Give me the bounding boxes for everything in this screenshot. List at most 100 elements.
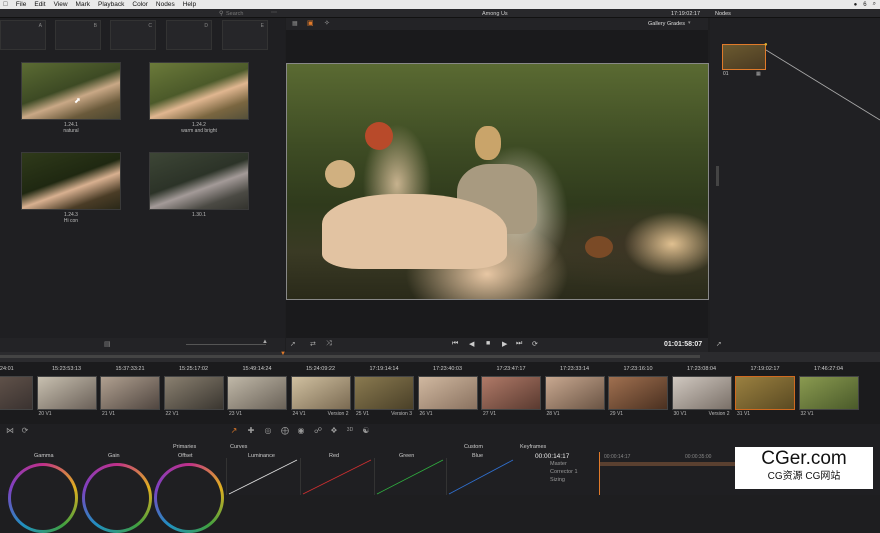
basket [585, 236, 613, 258]
kf-track-sizing: Sizing [550, 477, 565, 483]
options-dots-icon[interactable]: ⋯ [271, 9, 277, 16]
timeline-clip[interactable]: 17:23:40:03 26 V1 [417, 366, 478, 417]
curves-tool-icon[interactable]: ↗ [229, 426, 239, 435]
gallery-still[interactable]: 1.30.1 [149, 152, 249, 218]
blur-icon[interactable]: ◉ [296, 426, 306, 435]
keyframes-label[interactable]: Keyframes [520, 444, 546, 450]
magic-wand-icon[interactable]: ✧ [324, 19, 330, 27]
3d-icon[interactable]: 3D [345, 426, 355, 435]
apple-menu-icon[interactable]:  [3, 1, 8, 8]
gallery-still[interactable]: 1.24.3 Hi con [21, 152, 121, 224]
curve-pane-green[interactable] [374, 458, 444, 495]
pointer-tool-icon[interactable]: ➚ [290, 340, 296, 348]
shuffle-icon[interactable]: ⇄ [310, 340, 316, 348]
search-icon[interactable]: ⌕ [873, 1, 876, 8]
curves-label[interactable]: Curves [230, 444, 247, 450]
clip-timecode: 17:23:33:14 [559, 366, 590, 372]
timeline-clip[interactable]: 17:23:33:14 28 V1 [544, 366, 605, 417]
timeline-clip[interactable]: 15:49:14:24 23 V1 [227, 366, 287, 417]
timeline-clip[interactable]: 17:23:47:17 27 V1 [481, 366, 541, 417]
timeline-clip[interactable]: 15:37:33:21 21 V1 [100, 366, 160, 417]
split-view-icon[interactable]: ▣ [307, 19, 314, 27]
timeline-clip[interactable]: 15:24:0119 V1 [0, 366, 33, 410]
timeline-scroll-track[interactable] [0, 355, 700, 358]
zoom-slider-handle[interactable]: ▲ [262, 339, 268, 345]
timeline-clip[interactable]: 17:23:08:04 30 V1 Version 2 [671, 366, 732, 417]
key-icon[interactable]: ☍ [313, 426, 323, 435]
gamma-wheel[interactable] [8, 463, 78, 533]
layout-icon[interactable]: ▦ [292, 20, 298, 27]
menu-bar:  File Edit View Mark Playback Color Nod… [0, 0, 880, 9]
refresh-icon[interactable]: ⟳ [20, 426, 30, 435]
offset-wheel[interactable] [154, 463, 224, 533]
window-icon[interactable]: ◎ [263, 426, 273, 435]
gallery-still[interactable]: 1.24.2 warm and bright [149, 62, 249, 134]
menu-view[interactable]: View [54, 1, 68, 8]
timeline-clip[interactable]: 17:19:02:17 31 V1 [735, 366, 795, 417]
menu-edit[interactable]: Edit [34, 1, 45, 8]
album-slot[interactable]: D [166, 20, 212, 50]
status-wifi-icon[interactable]: ● [854, 2, 858, 8]
album-slot[interactable]: E [222, 20, 268, 50]
menu-color[interactable]: Color [132, 1, 148, 8]
nodes-label: Nodes [715, 11, 731, 17]
curve-pane-luminance[interactable] [226, 458, 298, 495]
clip-number: 32 V1 [800, 411, 814, 417]
gallery-grades-label[interactable]: Gallery Grades [648, 21, 685, 27]
skip-back-icon[interactable]: ⏮ [452, 340, 458, 348]
link-icon[interactable]: ⋈ [5, 426, 15, 435]
header-timecode: 17:19:02:17 [671, 11, 701, 17]
qualifier-icon[interactable]: ✚ [246, 426, 256, 435]
primaries-label[interactable]: Primaries [173, 444, 196, 450]
tracker-icon[interactable]: ⨁ [280, 426, 290, 435]
gallery-still[interactable]: 1.24.1 natural [21, 62, 121, 134]
timeline-clip[interactable]: 15:23:53:13 20 V1 [36, 366, 97, 417]
menu-nodes[interactable]: Nodes [156, 1, 175, 8]
node-panel-scrollbar[interactable] [716, 166, 719, 186]
menu-file[interactable]: File [16, 1, 26, 8]
curve-pane-red[interactable] [300, 458, 372, 495]
clip-number: 20 V1 [38, 411, 52, 417]
gallery-search-input[interactable]: Search [226, 11, 243, 17]
custom-label[interactable]: Custom [464, 444, 483, 450]
clip-timecode: 15:23:53:13 [51, 366, 82, 372]
skip-forward-icon[interactable]: ⏭ [516, 340, 522, 348]
loop-icon[interactable]: ⟳ [532, 340, 538, 348]
timeline-clip[interactable]: 17:23:16:10 29 V1 [608, 366, 668, 417]
playhead-marker-icon[interactable]: ▼ [280, 351, 286, 357]
menu-help[interactable]: Help [183, 1, 196, 8]
menu-mark[interactable]: Mark [76, 1, 90, 8]
stop-icon[interactable]: ■ [486, 340, 490, 347]
sizing-icon[interactable]: ❖ [329, 426, 339, 435]
timeline-clip[interactable]: 15:24:09:22 24 V1 Version 2 [290, 366, 351, 417]
album-slot[interactable]: B [55, 20, 101, 50]
node-zoom-icon[interactable]: ➚ [716, 340, 722, 348]
album-slot[interactable]: A [0, 20, 46, 50]
clip-thumbnail [481, 376, 541, 410]
clip-thumbnail [227, 376, 287, 410]
gallery-panel: A B C D E 1.24.1 natural 1.24.2 warm and… [0, 18, 285, 338]
curve-pane-blue[interactable] [446, 458, 514, 495]
menu-playback[interactable]: Playback [98, 1, 124, 8]
clip-thumbnail [163, 376, 224, 410]
node-label: 01 [723, 71, 729, 77]
node-editor-panel: ● 01 ▦ ➚ [710, 18, 880, 353]
timeline-clip[interactable]: 17:46:27:04 32 V1 [798, 366, 859, 417]
play-icon[interactable]: ▶ [502, 340, 507, 348]
timeline-clip[interactable]: 17:19:14:14 25 V1 Version 3 [354, 366, 414, 417]
clip-timecode: 17:23:08:04 [686, 366, 717, 372]
chevron-down-icon[interactable]: ▾ [688, 20, 691, 26]
keyframe-playhead[interactable] [599, 452, 600, 495]
keyframe-track-bar [600, 462, 735, 466]
video-frame[interactable] [286, 63, 709, 300]
step-back-icon[interactable]: ◀ [469, 340, 474, 348]
stereo-icon[interactable]: ☯ [361, 426, 371, 435]
gain-wheel[interactable] [82, 463, 152, 533]
wipe-icon[interactable]: ⤨ [326, 340, 332, 348]
color-node[interactable] [722, 44, 766, 70]
album-slot[interactable]: C [110, 20, 156, 50]
timeline-clip[interactable]: 15:25:17:02 22 V1 [163, 366, 224, 417]
search-icon[interactable]: ⚲ [219, 10, 223, 17]
grid-view-icon[interactable]: ▤ [104, 340, 111, 348]
zoom-slider[interactable] [186, 344, 266, 345]
